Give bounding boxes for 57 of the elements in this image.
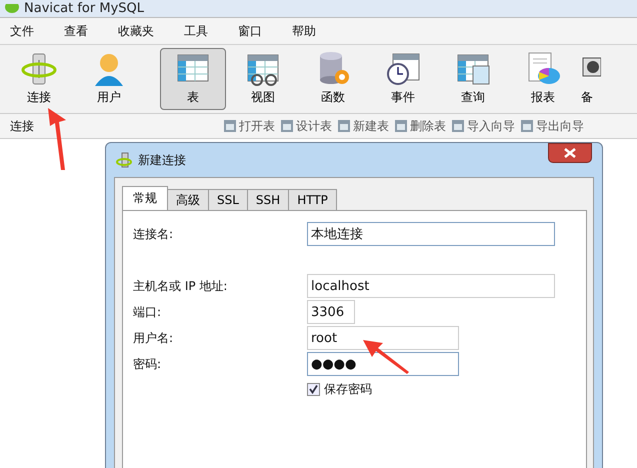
- input-field[interactable]: 本地连接: [307, 222, 555, 246]
- object-toolbar-button[interactable]: 打开表: [224, 118, 275, 134]
- table-action-icon: [281, 120, 293, 132]
- field-label: 密码:: [133, 356, 162, 372]
- connection-icon: [116, 152, 132, 168]
- tab[interactable]: 常规: [122, 186, 168, 210]
- field-label: 用户名:: [133, 330, 174, 346]
- window-title: Navicat for MySQL: [24, 0, 144, 16]
- toolbar-button[interactable]: 函数: [300, 48, 366, 110]
- field-label: 主机名或 IP 地址:: [133, 278, 228, 294]
- checkbox[interactable]: [307, 383, 320, 396]
- toolbar-button[interactable]: 报表: [510, 48, 576, 110]
- object-toolbar-button[interactable]: 删除表: [395, 118, 446, 134]
- input-field[interactable]: 3306: [307, 300, 355, 324]
- menu-item[interactable]: 文件: [10, 22, 34, 40]
- toolbar-button[interactable]: 连接: [6, 48, 72, 110]
- menu-item[interactable]: 查看: [64, 22, 88, 40]
- menu-item[interactable]: 工具: [184, 22, 208, 40]
- table-action-icon: [452, 120, 464, 132]
- stacked-tables-icon: [455, 52, 491, 86]
- toolbar-button[interactable]: 备: [580, 48, 602, 110]
- sidebar-title: 连接: [9, 118, 35, 134]
- toolbar-button[interactable]: 用户: [76, 48, 142, 110]
- object-toolbar-button[interactable]: 导入向导: [452, 118, 515, 134]
- annotation-arrow: [363, 340, 409, 374]
- field-label: 连接名:: [133, 226, 174, 242]
- table-action-icon: [338, 120, 350, 132]
- menu-item[interactable]: 收藏夹: [118, 22, 154, 40]
- table-action-icon: [395, 120, 407, 132]
- close-button[interactable]: [548, 143, 592, 163]
- tab[interactable]: SSH: [246, 189, 290, 210]
- object-toolbar-button[interactable]: 设计表: [281, 118, 332, 134]
- toolbar-button[interactable]: 视图: [230, 48, 296, 110]
- tab[interactable]: HTTP: [288, 189, 337, 210]
- object-toolbar-button[interactable]: 导出向导: [521, 118, 584, 134]
- toolbar-button[interactable]: 表: [160, 48, 226, 110]
- table-glasses-icon: [245, 52, 281, 86]
- checkbox-label: 保存密码: [324, 381, 372, 398]
- input-field[interactable]: localhost: [307, 274, 555, 298]
- annotation-arrow: [47, 108, 67, 170]
- dialog-title: 新建连接: [138, 152, 186, 168]
- tab[interactable]: SSL: [208, 189, 248, 210]
- toolbar-button[interactable]: 事件: [370, 48, 436, 110]
- field-label: 端口:: [133, 304, 162, 320]
- toolbar-button[interactable]: 查询: [440, 48, 506, 110]
- clock-table-icon: [385, 52, 421, 86]
- menu-item[interactable]: 帮助: [292, 22, 316, 40]
- close-icon: [564, 148, 576, 158]
- input-field[interactable]: ●●●●: [307, 352, 459, 376]
- object-toolbar-button[interactable]: 新建表: [338, 118, 389, 134]
- menu-item[interactable]: 窗口: [238, 22, 262, 40]
- server-icon: [21, 52, 57, 86]
- table-action-icon: [224, 120, 236, 132]
- input-field[interactable]: root: [307, 326, 459, 350]
- app-logo-icon: [4, 4, 20, 14]
- tab[interactable]: 高级: [167, 189, 209, 210]
- table-action-icon: [521, 120, 533, 132]
